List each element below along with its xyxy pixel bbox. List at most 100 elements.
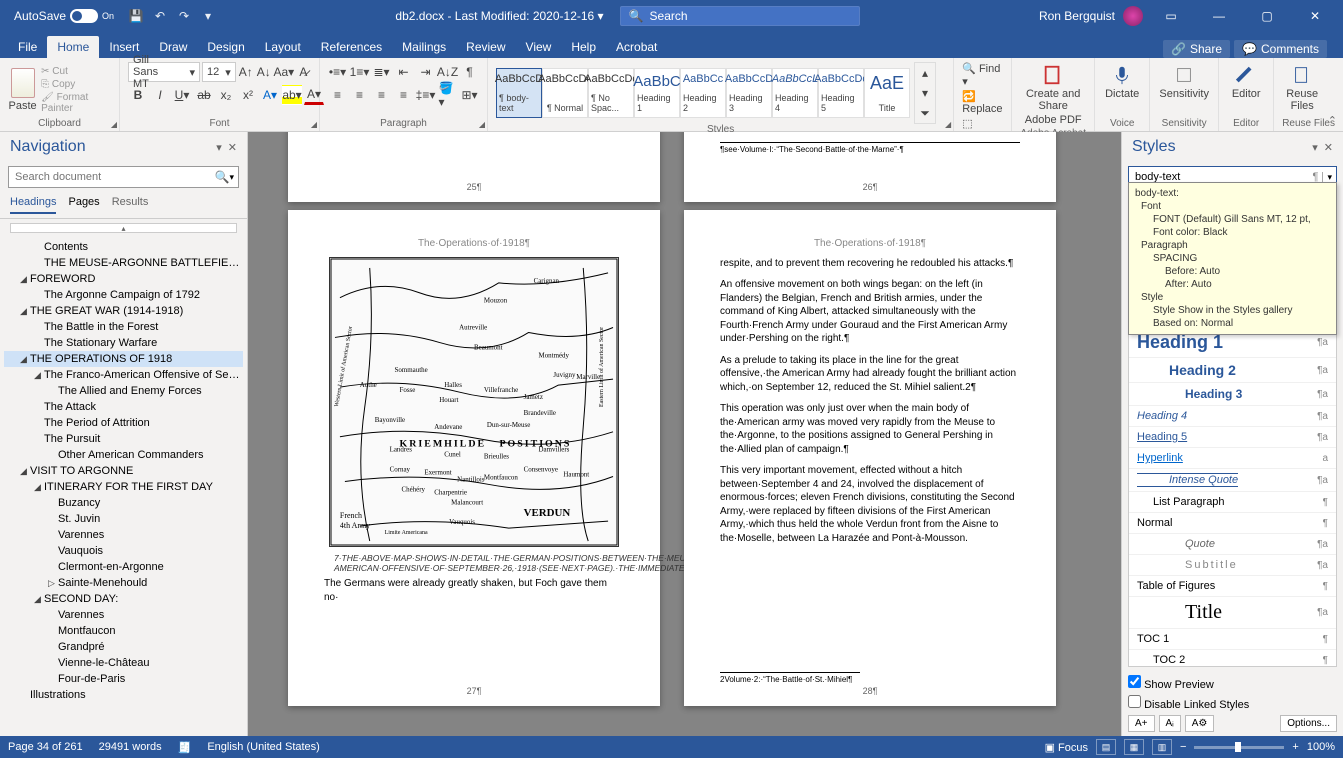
style-chip[interactable]: AaBbCcHeading 2	[680, 68, 726, 118]
tree-item[interactable]: The Stationary Warfare	[4, 335, 243, 351]
tab-layout[interactable]: Layout	[255, 36, 311, 58]
tree-item[interactable]: The Battle in the Forest	[4, 319, 243, 335]
style-list-item[interactable]: Normal¶	[1129, 513, 1336, 534]
adobe-pdf-button[interactable]: Create and ShareAdobe PDF	[1020, 62, 1086, 128]
autosave-toggle[interactable]: AutoSave On	[8, 7, 120, 25]
sensitivity-button[interactable]: Sensitivity	[1158, 62, 1210, 102]
grow-font-icon[interactable]: A↑	[238, 62, 254, 82]
tree-item[interactable]: Grandpré	[4, 639, 243, 655]
tree-item[interactable]: Other American Commanders	[4, 447, 243, 463]
numbering-icon[interactable]: 1≡▾	[350, 62, 370, 82]
zoom-slider[interactable]	[1194, 746, 1284, 749]
outdent-icon[interactable]: ⇤	[394, 62, 414, 82]
font-size-select[interactable]: 12▾	[202, 62, 236, 82]
superscript-icon[interactable]: x²	[238, 85, 258, 105]
status-page[interactable]: Page 34 of 261	[8, 741, 83, 753]
style-list-item[interactable]: Intense Quote¶a	[1129, 469, 1336, 492]
text-effects-icon[interactable]: A▾	[260, 85, 280, 105]
clipboard-dialog-icon[interactable]: ◢	[111, 120, 117, 129]
align-left-icon[interactable]: ≡	[328, 85, 348, 105]
highlight-icon[interactable]: ab▾	[282, 85, 302, 105]
tab-view[interactable]: View	[516, 36, 562, 58]
tree-item[interactable]: ▷Sainte-Menehould	[4, 575, 243, 591]
nav-tab-results[interactable]: Results	[112, 196, 149, 214]
paste-button[interactable]: Paste	[8, 68, 37, 112]
tree-item[interactable]: The Argonne Campaign of 1792	[4, 287, 243, 303]
ribbon-mode-icon[interactable]: ▭	[1151, 4, 1191, 28]
disable-linked-checkbox[interactable]: Disable Linked Styles	[1128, 695, 1337, 711]
style-chip[interactable]: AaBbCcDHeading 3	[726, 68, 772, 118]
maximize-icon[interactable]: ▢	[1247, 4, 1287, 28]
style-dropdown-icon[interactable]: ▾	[1322, 172, 1332, 183]
style-list-item[interactable]: Subtitle¶a	[1129, 555, 1336, 576]
style-list-item[interactable]: TOC 2¶	[1129, 650, 1336, 667]
tab-home[interactable]: Home	[47, 36, 99, 58]
status-spellcheck-icon[interactable]: 🧾	[178, 741, 192, 754]
tree-item[interactable]: ◢The Franco-American Offensive of Septem…	[4, 367, 243, 383]
web-layout-icon[interactable]: ▥	[1152, 739, 1172, 755]
tab-help[interactable]: Help	[561, 36, 606, 58]
tree-item[interactable]: Buzancy	[4, 495, 243, 511]
tree-item[interactable]: Vienne-le-Château	[4, 655, 243, 671]
style-list-item[interactable]: Title¶a	[1129, 597, 1336, 629]
style-list-item[interactable]: List Paragraph¶	[1129, 492, 1336, 513]
tree-item[interactable]: Vauquois	[4, 543, 243, 559]
tree-item[interactable]: THE MEUSE-ARGONNE BATTLEFIELDS	[4, 255, 243, 271]
replace-button[interactable]: 🔁 Replace	[962, 90, 1003, 115]
tab-file[interactable]: File	[8, 36, 47, 58]
bullets-icon[interactable]: •≡▾	[328, 62, 348, 82]
style-chip[interactable]: AaBbCcDcHeading 5	[818, 68, 864, 118]
multilevel-icon[interactable]: ≣▾	[372, 62, 392, 82]
tree-item[interactable]: ◢VISIT TO ARGONNE	[4, 463, 243, 479]
style-list-item[interactable]: Heading 4¶a	[1129, 406, 1336, 427]
status-words[interactable]: 29491 words	[99, 741, 162, 753]
style-list-item[interactable]: Heading 3¶a	[1129, 383, 1336, 406]
tree-item[interactable]: Clermont-en-Argonne	[4, 559, 243, 575]
line-spacing-icon[interactable]: ‡≡▾	[416, 85, 436, 105]
tree-item[interactable]: ◢ITINERARY FOR THE FIRST DAY	[4, 479, 243, 495]
tree-item[interactable]: The Pursuit	[4, 431, 243, 447]
tree-item[interactable]: ◢THE OPERATIONS OF 1918	[4, 351, 243, 367]
tree-item[interactable]: The Attack	[4, 399, 243, 415]
borders-icon[interactable]: ⊞▾	[460, 85, 480, 105]
dictate-button[interactable]: Dictate	[1103, 62, 1141, 102]
tree-item[interactable]: The Period of Attrition	[4, 415, 243, 431]
style-chip[interactable]: AaBbCHeading 1	[634, 68, 680, 118]
nav-expand-all[interactable]: ▴	[10, 223, 237, 233]
reuse-files-button[interactable]: Reuse Files	[1282, 62, 1322, 114]
tree-item[interactable]: The Allied and Enemy Forces	[4, 383, 243, 399]
styles-options-button[interactable]: Options...	[1280, 715, 1337, 732]
styles-dialog-icon[interactable]: ◢	[945, 120, 951, 129]
tree-item[interactable]: Varennes	[4, 527, 243, 543]
shrink-font-icon[interactable]: A↓	[256, 62, 272, 82]
italic-icon[interactable]: I	[150, 85, 170, 105]
show-marks-icon[interactable]: ¶	[460, 62, 480, 82]
style-chip[interactable]: AaETitle	[864, 68, 910, 118]
align-right-icon[interactable]: ≡	[372, 85, 392, 105]
nav-tab-pages[interactable]: Pages	[68, 196, 99, 214]
undo-icon[interactable]: ↶	[152, 8, 168, 24]
style-inspector-button[interactable]: Aᵢ	[1159, 715, 1181, 732]
minimize-icon[interactable]: —	[1199, 4, 1239, 28]
find-button[interactable]: 🔍 Find ▾	[962, 62, 1003, 88]
tab-mailings[interactable]: Mailings	[392, 36, 456, 58]
print-layout-icon[interactable]: ▦	[1124, 739, 1144, 755]
tree-item[interactable]: Illustrations	[4, 687, 243, 703]
share-button[interactable]: 🔗 Share	[1163, 40, 1230, 58]
tree-item[interactable]: ◢SECOND DAY:	[4, 591, 243, 607]
stylespane-close-icon[interactable]: ✕	[1324, 141, 1333, 154]
style-chip[interactable]: AaBbCcD¶ body-text	[496, 68, 542, 118]
tree-item[interactable]: St. Juvin	[4, 511, 243, 527]
nav-search-input[interactable]	[13, 169, 215, 185]
status-language[interactable]: English (United States)	[207, 741, 320, 753]
style-list-item[interactable]: Heading 5¶a	[1129, 427, 1336, 448]
zoom-value[interactable]: 100%	[1307, 741, 1335, 753]
strike-icon[interactable]: ab	[194, 85, 214, 105]
tree-item[interactable]: Four-de-Paris	[4, 671, 243, 687]
tree-item[interactable]: ◢THE GREAT WAR (1914-1918)	[4, 303, 243, 319]
change-case-icon[interactable]: Aa▾	[274, 62, 294, 82]
style-list-item[interactable]: Table of Figures¶	[1129, 576, 1336, 597]
close-icon[interactable]: ✕	[1295, 4, 1335, 28]
justify-icon[interactable]: ≡	[394, 85, 414, 105]
copy-button[interactable]: ⎘ Copy	[41, 79, 111, 90]
